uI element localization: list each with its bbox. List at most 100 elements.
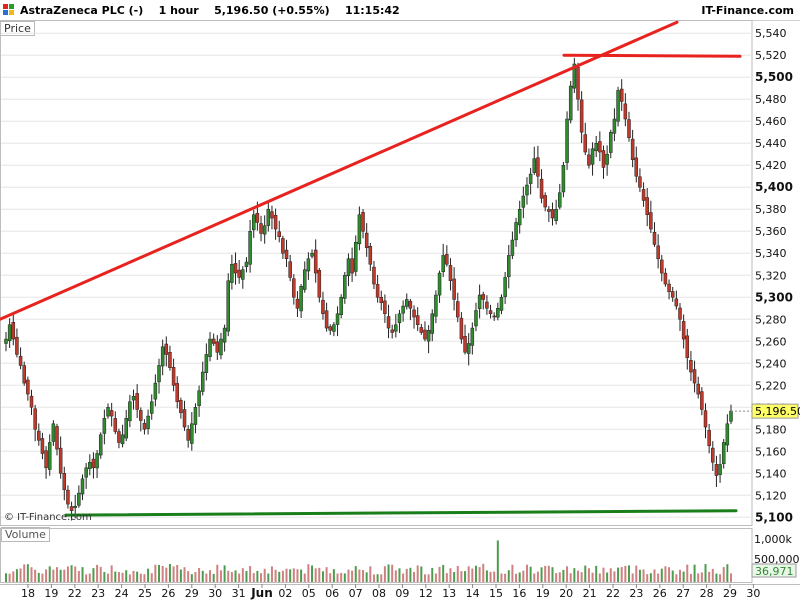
volume-bar	[445, 573, 448, 582]
volume-bar	[627, 565, 630, 582]
volume-bar	[383, 566, 386, 582]
candle-down	[37, 430, 41, 441]
volume-bar	[230, 572, 233, 582]
volume-bar	[340, 572, 343, 582]
volume-bar	[92, 568, 95, 582]
volume-bar	[449, 568, 452, 582]
volume-bar	[103, 572, 106, 582]
y-tick-label: 5,360	[755, 225, 787, 238]
candle-up	[84, 467, 88, 478]
candle-down	[583, 134, 588, 153]
volume-bar	[321, 571, 324, 582]
candle-up	[612, 118, 617, 134]
candle-up	[357, 214, 362, 245]
volume-bar	[289, 569, 292, 582]
volume-bar	[624, 565, 627, 582]
x-tick-label: 22	[606, 587, 620, 600]
volume-bar	[121, 572, 124, 582]
y-tick-label: 5,420	[755, 159, 787, 172]
candle-down	[273, 214, 278, 230]
x-tick-label: 29	[723, 587, 737, 600]
volume-bar	[354, 566, 357, 582]
volume-bar	[420, 566, 423, 582]
price-panel-frame	[0, 20, 753, 526]
candle-up	[160, 346, 165, 367]
candle-down	[415, 315, 420, 326]
candle-up	[441, 255, 445, 273]
y-tick-label: 5,100	[755, 510, 793, 524]
volume-bar	[252, 573, 255, 582]
x-tick-label: 28	[700, 587, 714, 600]
volume-bar	[668, 567, 671, 582]
candle-up	[532, 158, 537, 173]
candle-down	[182, 409, 187, 428]
candle-up	[517, 208, 522, 226]
volume-bar	[300, 569, 303, 582]
last-price-label: 5,196.50	[755, 405, 800, 418]
x-tick-label: 16	[512, 587, 526, 600]
volume-bar	[482, 563, 485, 582]
candle-down	[139, 410, 143, 421]
candle-up	[248, 230, 252, 265]
y-tick-label: 5,160	[755, 445, 787, 458]
price-chart[interactable]: 5,1005,1205,1405,1605,1805,2005,2205,240…	[0, 0, 800, 600]
candle-up	[507, 255, 511, 278]
candle-down	[255, 213, 260, 223]
candle-down	[281, 238, 285, 254]
candle-up	[4, 338, 8, 344]
candle-down	[619, 88, 624, 102]
volume-bar	[562, 569, 565, 582]
y-tick-label: 5,260	[755, 335, 787, 348]
candle-down	[259, 223, 263, 234]
candle-up	[153, 382, 158, 400]
candle-up	[131, 396, 136, 401]
volume-bar	[59, 569, 62, 582]
volume-bar	[99, 566, 102, 582]
volume-bar	[456, 565, 459, 582]
volume-bar	[223, 565, 226, 582]
volume-bar	[686, 564, 689, 582]
volume-bar	[128, 574, 131, 582]
volume-bar	[110, 565, 113, 582]
candle-up	[568, 85, 573, 121]
candle-up	[609, 131, 613, 153]
candle-down	[645, 197, 649, 215]
volume-bar	[176, 564, 179, 582]
volume-bar	[649, 573, 652, 582]
volume-bar	[398, 568, 401, 582]
x-tick-label: 14	[466, 587, 480, 600]
candle-down	[237, 269, 241, 278]
volume-bar	[711, 568, 714, 582]
volume-bar	[566, 566, 569, 582]
candle-up	[244, 261, 249, 267]
x-tick-label: 21	[583, 587, 597, 600]
volume-bar	[201, 570, 204, 582]
candle-down	[91, 458, 96, 469]
candle-up	[88, 462, 92, 469]
candle-up	[77, 492, 81, 506]
volume-bar	[453, 572, 456, 582]
candle-down	[459, 317, 464, 340]
candle-down	[270, 211, 274, 219]
candle-down	[142, 423, 147, 430]
candle-down	[696, 383, 700, 395]
watermark-text: © IT-Finance.com	[4, 512, 92, 523]
y-tick-label: 5,480	[755, 93, 787, 106]
candle-down	[379, 297, 384, 304]
volume-bar	[613, 571, 616, 582]
candle-down	[62, 473, 67, 491]
y-tick-label: 5,500	[755, 70, 793, 84]
candle-up	[193, 407, 198, 425]
volume-bar	[285, 568, 288, 582]
volume-bar	[580, 572, 583, 582]
candle-down	[321, 299, 325, 315]
volume-bar	[431, 567, 434, 582]
candle-down	[328, 326, 332, 331]
volume-bar	[311, 565, 314, 582]
y-tick-label: 5,300	[755, 290, 793, 304]
volume-bar	[165, 567, 168, 582]
volume-bar	[635, 565, 638, 582]
candle-up	[219, 338, 223, 356]
candle-up	[306, 258, 311, 272]
candle-up	[496, 308, 500, 318]
